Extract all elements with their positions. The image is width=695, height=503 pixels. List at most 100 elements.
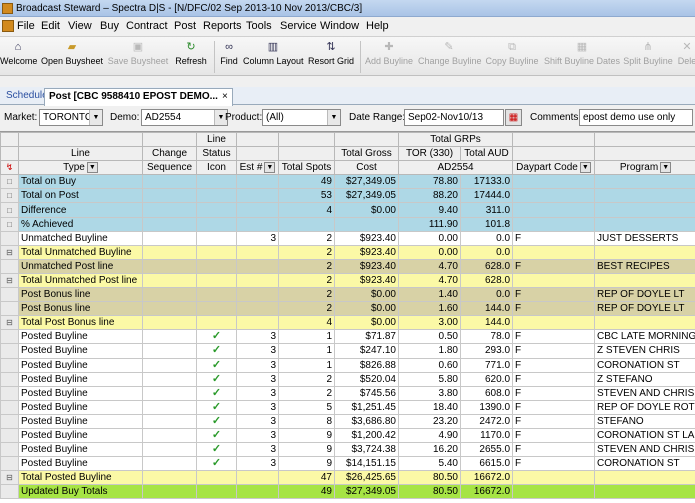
menu-view[interactable]: View [68, 20, 92, 32]
row-expander[interactable]: □ [0, 216, 19, 232]
add-buyline-button[interactable]: ✚ Add Buyline [364, 39, 414, 75]
table-row[interactable]: Posted Buyline ✓ 3 1 $826.88 0.60 771.0 F CORONA… [0, 357, 695, 373]
table-row[interactable]: □% Achieved 111.90 101.8 [0, 216, 695, 232]
date-range-field[interactable]: Sep02-Nov10/13 [404, 109, 504, 126]
row-expander[interactable] [0, 442, 19, 458]
menu-post[interactable]: Post [174, 20, 196, 32]
row-expander[interactable] [0, 287, 19, 303]
cell-program: CORONATION ST [594, 456, 695, 472]
col-header-sequence[interactable]: Sequence [142, 160, 197, 176]
table-row[interactable]: Posted Buyline ✓ 3 5 $1,251.45 18.40 1390.0 F RE… [0, 399, 695, 415]
table-row[interactable]: Posted Buyline ✓ 3 8 $3,686.80 23.20 2472.0 F ST… [0, 413, 695, 429]
row-expander[interactable]: ⊟ [0, 315, 19, 331]
menu-reports[interactable]: Reports [203, 20, 242, 32]
filter-dropdown-icon[interactable]: ▼ [660, 162, 672, 174]
table-row[interactable]: ⊟ Total Unmatched Post line 2 $923.40 4.70 62… [0, 272, 695, 289]
tab-post[interactable]: Post [CBC 9588410 EPOST DEMO... × [44, 88, 233, 106]
col-header-total-spots[interactable]: Total Spots [278, 160, 335, 176]
close-icon[interactable]: × [222, 91, 228, 102]
table-row[interactable]: Posted Buyline ✓ 3 9 $1,200.42 4.90 1170.0 F COR… [0, 427, 695, 444]
table-row[interactable]: ⊟ Total Posted Buyline 47 $26,425.65 80.50 16… [0, 470, 695, 486]
table-row[interactable]: Posted Buyline ✓ 3 1 $71.87 0.50 78.0 F CBC LATE… [0, 329, 695, 345]
save-buysheet-button[interactable]: ▣ Save Buysheet [107, 39, 169, 75]
product-select[interactable]: (All) ▼ [262, 109, 341, 126]
col-header-cost[interactable]: Cost [334, 160, 399, 176]
split-buyline-button[interactable]: ⋔ Split Buyline [622, 39, 674, 75]
table-row[interactable]: □ Difference 4 $0.00 9.40 311.0 [0, 202, 695, 218]
table-row[interactable]: Unmatched Buyline 3 2 $923.40 0.00 0.0 F JUST D… [0, 230, 695, 246]
row-expander[interactable] [0, 427, 19, 444]
row-expander[interactable] [0, 329, 19, 345]
shift-buyline-dates-button[interactable]: ▦ Shift Buyline Dates [543, 39, 621, 75]
filter-dropdown-icon[interactable]: ▼ [264, 162, 276, 174]
refresh-button[interactable]: ↻ Refresh [173, 39, 209, 75]
row-expander[interactable] [0, 413, 19, 429]
table-row[interactable]: Unmatched Post line 2 $923.40 4.70 628.0 F BES… [0, 258, 695, 274]
menu-buy[interactable]: Buy [100, 20, 119, 32]
filter-dropdown-icon[interactable]: ▼ [579, 162, 591, 174]
row-expander[interactable] [0, 371, 19, 387]
table-row[interactable]: Posted Buyline ✓ 3 9 $3,724.38 16.20 2655.0 F ST… [0, 442, 695, 458]
row-expander[interactable] [0, 357, 19, 373]
col-header-type[interactable]: Type ▼ [18, 160, 143, 176]
table-row[interactable]: Updated Buy Totals 49 $27,349.05 80.50 16672… [0, 484, 695, 500]
resort-grid-button[interactable]: ⇅ Resort Grid [307, 39, 355, 75]
cell-status-icon [196, 470, 237, 486]
table-row[interactable]: ⊟ Total Unmatched Buyline 2 $923.40 0.00 0.0 [0, 244, 695, 260]
copy-buyline-button[interactable]: ⧉ Copy Buyline [484, 39, 540, 75]
menu-tools[interactable]: Tools [246, 20, 272, 32]
col-header-daypart-code[interactable]: Daypart Code ▼ [512, 160, 596, 176]
col-header-demo[interactable]: AD2554 [397, 160, 514, 176]
table-row[interactable]: Posted Buyline ✓ 3 2 $745.56 3.80 608.0 F STEVEN… [0, 385, 695, 401]
menu-window[interactable]: Window [320, 20, 359, 32]
row-expander[interactable] [0, 484, 19, 500]
row-expander[interactable] [0, 385, 19, 401]
row-expander[interactable]: □ [0, 174, 19, 190]
row-expander[interactable] [0, 258, 19, 274]
row-expander[interactable]: □ [0, 188, 19, 204]
row-expander[interactable]: ⊟ [0, 272, 19, 289]
cell-daypart-code [512, 174, 596, 190]
row-expander[interactable]: ⊟ [0, 470, 19, 486]
chevron-down-icon[interactable]: ▼ [327, 110, 340, 125]
row-expander[interactable] [0, 456, 19, 472]
open-buysheet-button[interactable]: ▰ Open Buysheet [41, 39, 103, 75]
table-row[interactable]: □ Total on Post 53 $27,349.05 88.20 17444.0 [0, 188, 695, 204]
row-expander[interactable] [0, 399, 19, 415]
menu-help[interactable]: Help [366, 20, 389, 32]
row-expander[interactable]: ⊟ [0, 244, 19, 260]
column-layout-button[interactable]: ▥ Column Layout [243, 39, 304, 75]
table-row[interactable]: Posted Buyline ✓ 3 1 $247.10 1.80 293.0 F Z STEV… [0, 343, 695, 359]
row-expander[interactable] [0, 301, 19, 317]
chevron-down-icon[interactable]: ▼ [89, 110, 102, 125]
menu-file[interactable]: File [17, 20, 35, 32]
col-header-est[interactable]: Est # ▼ [236, 160, 279, 176]
cell-program: Z STEFANO [594, 371, 695, 387]
table-row[interactable]: Posted Buyline ✓ 3 9 $14,151.15 5.40 6615.0 F CO… [0, 456, 695, 472]
comments-field[interactable]: epost demo use only [579, 109, 693, 126]
table-row[interactable]: □ Total on Buy 49 $27,349.05 78.80 17133.0 [0, 174, 695, 190]
change-buyline-button[interactable]: ✎ Change Buyline [418, 39, 482, 75]
row-expander[interactable] [0, 343, 19, 359]
row-expander[interactable]: □ [0, 202, 19, 218]
delete-button[interactable]: ✕ Dele [676, 39, 695, 75]
market-select[interactable]: TORONTO ▼ [39, 109, 103, 126]
find-button[interactable]: ∞ Find [217, 39, 241, 75]
filter-dropdown-icon[interactable]: ▼ [86, 162, 98, 174]
menu-contract[interactable]: Contract [126, 20, 168, 32]
demo-select[interactable]: AD2554 ▼ [141, 109, 228, 126]
table-row[interactable]: Posted Buyline ✓ 3 2 $520.04 5.80 620.0 F Z STEF… [0, 371, 695, 387]
row-indicator-icon[interactable]: ↯ [0, 160, 19, 176]
document-icon[interactable] [2, 20, 14, 32]
menu-service[interactable]: Service [280, 20, 317, 32]
row-expander[interactable] [0, 230, 19, 246]
table-row[interactable]: Post Bonus line 2 $0.00 1.40 0.0 F REP OF DOYL… [0, 287, 695, 303]
col-header-program[interactable]: Program ▼ [594, 160, 695, 176]
welcome-button[interactable]: ⌂ Welcome [0, 39, 37, 75]
table-row[interactable]: ⊟ Total Post Bonus line 4 $0.00 3.00 144.0 [0, 315, 695, 331]
calendar-icon[interactable]: ▦ [505, 109, 522, 126]
table-row[interactable]: Post Bonus line 2 $0.00 1.60 144.0 F REP OF DO… [0, 301, 695, 317]
col-header-icon[interactable]: Icon [196, 160, 237, 176]
document-tabs: Schedule Post [CBC 9588410 EPOST DEMO...… [0, 87, 695, 106]
menu-edit[interactable]: Edit [41, 20, 60, 32]
